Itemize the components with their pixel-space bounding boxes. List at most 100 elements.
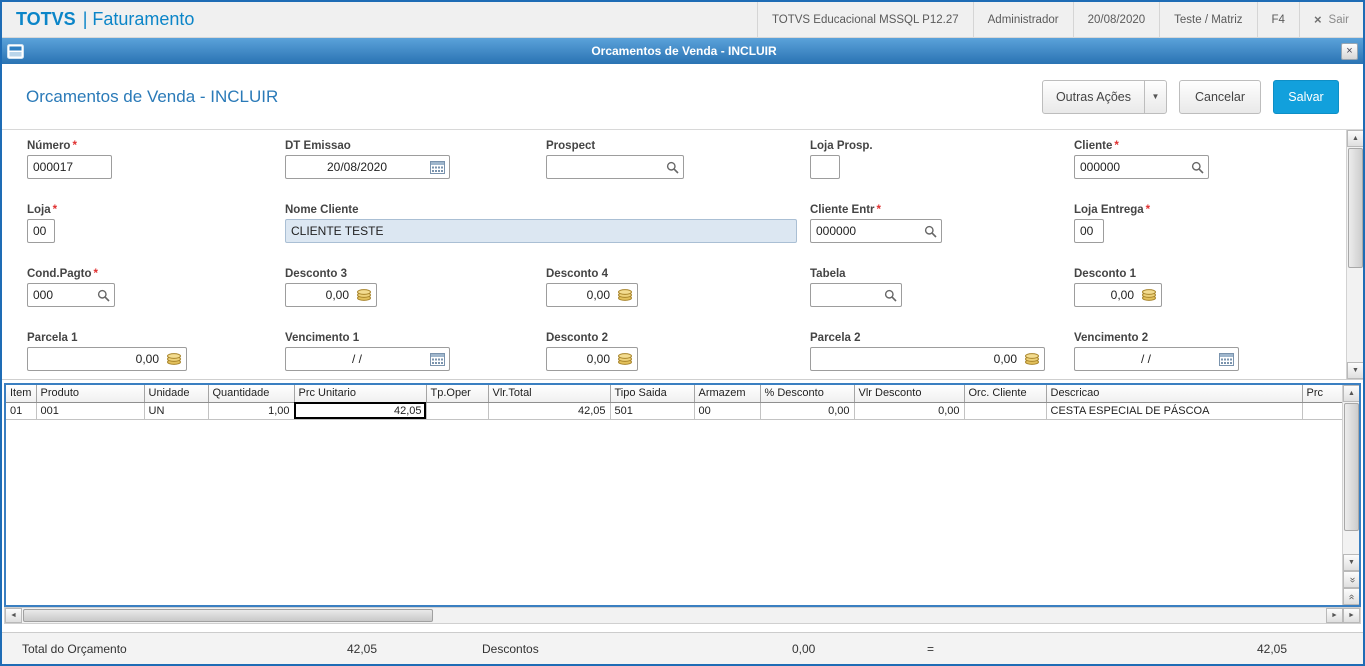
coins-icon[interactable] bbox=[615, 353, 637, 365]
grid-col-unidade[interactable]: Unidade bbox=[144, 385, 209, 403]
cliente-input[interactable] bbox=[1075, 160, 1189, 174]
scroll-right-end-icon[interactable]: ► bbox=[1343, 608, 1360, 623]
grid-col-vlr-total[interactable]: Vlr.Total bbox=[488, 385, 611, 403]
salvar-button[interactable]: Salvar bbox=[1273, 79, 1339, 114]
calendar-icon[interactable] bbox=[1217, 352, 1238, 366]
grid-col-tp-oper[interactable]: Tp.Oper bbox=[426, 385, 489, 403]
hscroll-thumb[interactable] bbox=[23, 609, 433, 622]
grid-col-vlr-desconto[interactable]: Vlr Desconto bbox=[854, 385, 965, 403]
loja-entrega-input[interactable] bbox=[1075, 224, 1103, 238]
user-menu[interactable]: Administrador bbox=[972, 2, 1073, 37]
loja-input[interactable] bbox=[28, 224, 54, 238]
calendar-icon[interactable] bbox=[428, 352, 449, 366]
field-vencimento2: Vencimento 2 bbox=[1074, 332, 1239, 371]
dialog-close-button[interactable]: × bbox=[1341, 42, 1358, 60]
chevron-down-icon[interactable]: ▼ bbox=[1144, 80, 1166, 113]
coins-icon[interactable] bbox=[1139, 289, 1161, 301]
cell-quantidade[interactable]: 1,00 bbox=[208, 402, 295, 420]
cell-vlr-total[interactable]: 42,05 bbox=[488, 402, 611, 420]
equals-sign: = bbox=[927, 642, 935, 656]
form-panel: Número* DT Emissao Prospect Loja Prosp. … bbox=[2, 130, 1363, 380]
grid-col-prc-unitario[interactable]: Prc Unitario bbox=[294, 385, 427, 403]
desconto3-input[interactable] bbox=[286, 288, 354, 302]
search-icon[interactable] bbox=[922, 225, 941, 238]
tabela-input[interactable] bbox=[811, 288, 882, 302]
calendar-icon[interactable] bbox=[428, 160, 449, 174]
field-parcela2: Parcela 2 bbox=[810, 332, 1045, 371]
dt-emissao-input[interactable] bbox=[286, 160, 428, 174]
cell-tipo-saida[interactable]: 501 bbox=[610, 402, 695, 420]
cell-pct-desconto[interactable]: 0,00 bbox=[760, 402, 855, 420]
cell-vlr-desconto[interactable]: 0,00 bbox=[854, 402, 965, 420]
scroll-up-icon[interactable]: ▲ bbox=[1347, 130, 1363, 147]
cell-armazem[interactable]: 00 bbox=[694, 402, 761, 420]
date-label[interactable]: 20/08/2020 bbox=[1072, 2, 1160, 37]
prospect-input[interactable] bbox=[547, 160, 664, 174]
grid-vertical-scrollbar[interactable]: ▲ ▼ » » bbox=[1342, 385, 1359, 605]
page-title: Orcamentos de Venda - INCLUIR bbox=[26, 86, 279, 106]
cell-produto[interactable]: 001 bbox=[36, 402, 145, 420]
cell-unidade[interactable]: UN bbox=[144, 402, 209, 420]
field-label: Loja bbox=[27, 204, 51, 216]
cond-pagto-input[interactable] bbox=[28, 288, 95, 302]
grid-horizontal-scrollbar[interactable]: ◄ ► ► bbox=[4, 607, 1361, 624]
grid-col-pct-desconto[interactable]: % Desconto bbox=[760, 385, 855, 403]
field-label: Desconto 4 bbox=[546, 268, 608, 280]
form-scrollbar[interactable]: ▲ ▼ bbox=[1346, 130, 1363, 379]
search-icon[interactable] bbox=[882, 289, 901, 302]
vencimento2-input[interactable] bbox=[1075, 352, 1217, 366]
desconto2-input[interactable] bbox=[547, 352, 615, 366]
scroll-right-icon[interactable]: ► bbox=[1326, 608, 1343, 623]
desconto1-input[interactable] bbox=[1075, 288, 1139, 302]
cancelar-button[interactable]: Cancelar bbox=[1179, 79, 1261, 114]
numero-input[interactable] bbox=[28, 160, 111, 174]
required-marker: * bbox=[876, 204, 882, 216]
parcela2-input[interactable] bbox=[811, 352, 1022, 366]
vencimento1-input[interactable] bbox=[286, 352, 428, 366]
scroll-down-icon[interactable]: ▼ bbox=[1343, 554, 1359, 571]
parcela1-input[interactable] bbox=[28, 352, 164, 366]
cell-prc-unitario[interactable]: 42,05 bbox=[294, 402, 427, 420]
cell-descricao[interactable]: CESTA ESPECIAL DE PÁSCOA bbox=[1046, 402, 1303, 420]
search-icon[interactable] bbox=[664, 161, 683, 174]
outras-acoes-button[interactable]: Outras Ações ▼ bbox=[1041, 79, 1167, 114]
grid-col-orc-cliente[interactable]: Orc. Cliente bbox=[964, 385, 1047, 403]
field-desconto2: Desconto 2 bbox=[546, 332, 638, 371]
grand-total-value: 42,05 bbox=[1256, 642, 1287, 656]
search-icon[interactable] bbox=[95, 289, 114, 302]
page-up-icon[interactable]: » bbox=[1343, 588, 1359, 605]
page-down-icon[interactable]: » bbox=[1343, 571, 1359, 588]
desconto4-input[interactable] bbox=[547, 288, 615, 302]
loja-prosp-input[interactable] bbox=[811, 160, 839, 174]
scroll-up-icon[interactable]: ▲ bbox=[1343, 385, 1359, 402]
coins-icon[interactable] bbox=[164, 353, 186, 365]
f4-button[interactable]: F4 bbox=[1256, 2, 1299, 37]
grid-col-produto[interactable]: Produto bbox=[36, 385, 145, 403]
field-desconto4: Desconto 4 bbox=[546, 268, 638, 307]
cell-tp-oper[interactable] bbox=[426, 402, 489, 420]
field-label: Número bbox=[27, 140, 71, 152]
grid-col-tipo-saida[interactable]: Tipo Saida bbox=[610, 385, 695, 403]
grid-col-item[interactable]: Item bbox=[6, 385, 37, 403]
grid-col-descricao[interactable]: Descricao bbox=[1046, 385, 1303, 403]
required-marker: * bbox=[72, 140, 77, 152]
form-scrollbar-thumb[interactable] bbox=[1348, 148, 1363, 268]
coins-icon[interactable] bbox=[1022, 353, 1044, 365]
branch-menu[interactable]: Teste / Matriz bbox=[1159, 2, 1256, 37]
coins-icon[interactable] bbox=[615, 289, 637, 301]
scroll-down-icon[interactable]: ▼ bbox=[1347, 362, 1363, 379]
sair-button[interactable]: × Sair bbox=[1298, 2, 1363, 37]
cliente-entr-input[interactable] bbox=[811, 224, 922, 238]
grid-col-quantidade[interactable]: Quantidade bbox=[208, 385, 295, 403]
field-tabela: Tabela bbox=[810, 268, 902, 307]
cell-orc-cliente[interactable] bbox=[964, 402, 1047, 420]
grid-scrollbar-thumb[interactable] bbox=[1344, 403, 1359, 531]
field-label: Desconto 1 bbox=[1074, 268, 1136, 280]
coins-icon[interactable] bbox=[354, 289, 376, 301]
field-label: Loja Prosp. bbox=[810, 140, 873, 152]
items-grid-panel: Item Produto Unidade Quantidade Prc Unit… bbox=[4, 383, 1361, 607]
scroll-left-icon[interactable]: ◄ bbox=[5, 608, 22, 623]
grid-col-armazem[interactable]: Armazem bbox=[694, 385, 761, 403]
cell-item[interactable]: 01 bbox=[6, 402, 37, 420]
search-icon[interactable] bbox=[1189, 161, 1208, 174]
